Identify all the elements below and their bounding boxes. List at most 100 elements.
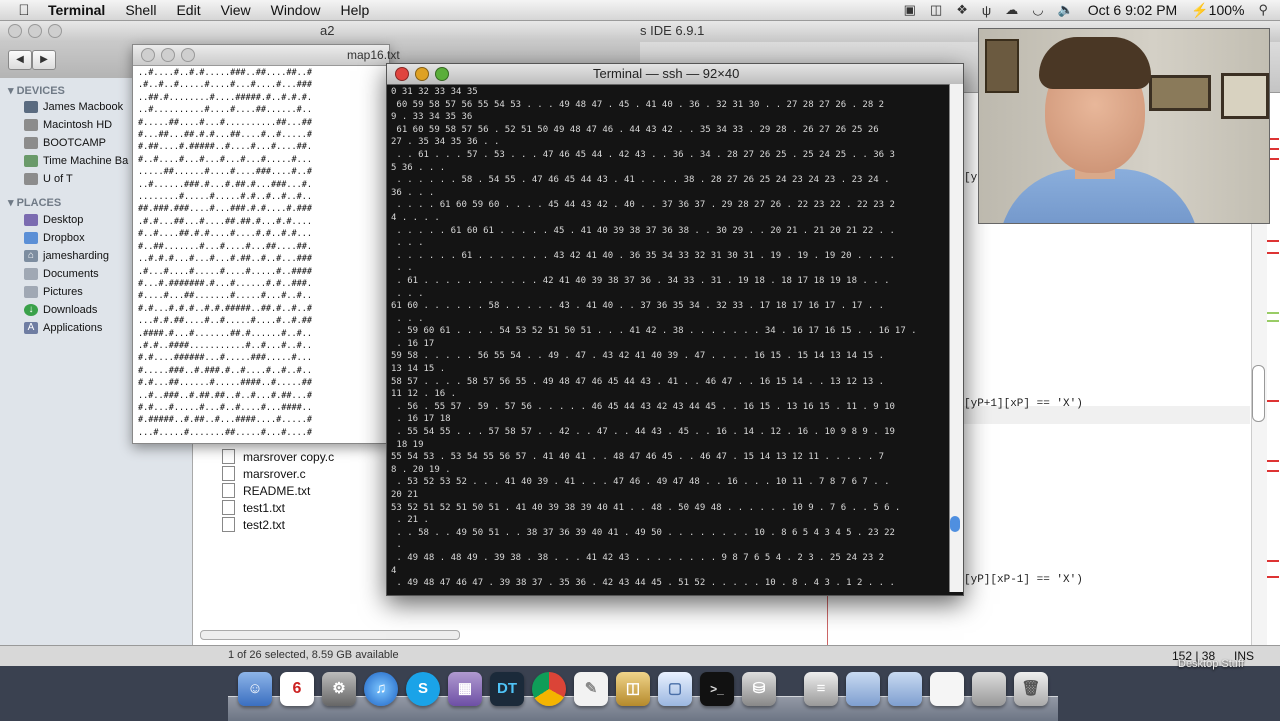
terminal-window[interactable]: Terminal — ssh — 92×40 0 31 32 33 34 35 … (386, 63, 964, 596)
stack-icon[interactable]: ≡ (804, 672, 838, 706)
minimize-button[interactable] (161, 48, 175, 62)
screen-share-icon[interactable]: ◫ (930, 2, 942, 18)
map-line: #.....##....#...#..........##...## (138, 117, 312, 128)
textedit-icon[interactable]: ✎ (574, 672, 608, 706)
sidebar-item-bootcamp[interactable]: BOOTCAMP (24, 134, 106, 152)
menu-view[interactable]: View (221, 2, 251, 18)
menu-shell[interactable]: Shell (125, 2, 156, 18)
ide-error-marker[interactable] (1267, 460, 1279, 462)
back-button[interactable]: ◀ (8, 50, 32, 70)
sidebar-item-macintosh-hd[interactable]: Macintosh HD (24, 116, 112, 134)
file-row[interactable]: marsrover copy.c (222, 448, 334, 465)
file-row[interactable]: marsrover.c (222, 465, 306, 482)
menu-help[interactable]: Help (340, 2, 369, 18)
ide-title: s IDE 6.9.1 (640, 23, 705, 38)
antenna-icon[interactable]: ψ (982, 3, 991, 18)
sidebar-item-james-macbook[interactable]: James Macbook (24, 98, 123, 116)
file-row[interactable]: README.txt (222, 482, 310, 499)
archive-utility-icon[interactable]: ◫ (616, 672, 650, 706)
file-row[interactable]: test2.txt (222, 516, 285, 533)
menu-app-terminal[interactable]: Terminal (48, 2, 105, 18)
grid-app-icon[interactable]: ▦ (448, 672, 482, 706)
sidebar-item-label: Applications (43, 322, 103, 334)
menu-edit[interactable]: Edit (176, 2, 200, 18)
finder-horizontal-scrollbar[interactable] (200, 630, 460, 640)
terminal-title: Terminal — ssh — 92×40 (593, 66, 740, 81)
wifi-icon[interactable]: ◡ (1032, 2, 1043, 18)
terminal-icon[interactable]: >_ (700, 672, 734, 706)
zoom-button[interactable] (181, 48, 195, 62)
desktop-stuff-stack-icon[interactable] (972, 672, 1006, 706)
folder-icon[interactable] (846, 672, 880, 706)
battery-status[interactable]: ⚡100% (1191, 2, 1244, 19)
close-button[interactable] (395, 67, 409, 81)
sidebar-item-desktop[interactable]: Desktop (24, 211, 83, 229)
apple-icon[interactable]:  (14, 2, 34, 19)
forward-button[interactable]: ▶ (32, 50, 56, 70)
photo-booth-icon[interactable]: ⛁ (742, 672, 776, 706)
document-icon[interactable] (930, 672, 964, 706)
trash-icon[interactable]: 🗑 (1014, 672, 1048, 706)
ide-error-marker[interactable] (1267, 400, 1279, 402)
sidebar-item-label: Time Machine Ba (43, 155, 129, 167)
ide-error-marker[interactable] (1267, 560, 1279, 562)
finder-icon[interactable]: ☺ (238, 672, 272, 706)
sidebar-item-downloads[interactable]: ↓ Downloads (24, 301, 97, 319)
cube-app-icon[interactable]: ▢ (658, 672, 692, 706)
terminal-line: . . . (391, 238, 424, 249)
skype-icon[interactable]: S (406, 672, 440, 706)
map-line: ...#.#.##....#..#.....#....#..#.## (138, 316, 312, 327)
terminal-line: 4 . . . . (391, 212, 440, 223)
close-button[interactable] (141, 48, 155, 62)
sidebar-item-time-machine[interactable]: Time Machine Ba (24, 152, 128, 170)
ide-error-marker[interactable] (1267, 470, 1279, 472)
terminal-output[interactable]: 0 31 32 33 34 35 60 59 58 57 56 55 54 53… (391, 86, 947, 592)
map-line: ..#..........#....#....##......#.. (138, 105, 312, 116)
zoom-button[interactable] (435, 67, 449, 81)
ide-code-line-1[interactable]: [yP+1][xP] == 'X') (964, 398, 1083, 410)
ide-warning-marker[interactable] (1267, 320, 1279, 322)
minimize-button[interactable] (415, 67, 429, 81)
file-icon (222, 466, 235, 481)
zoom-button[interactable] (48, 24, 62, 38)
ide-error-marker[interactable] (1267, 252, 1279, 254)
sidebar-item-dropbox[interactable]: Dropbox (24, 229, 85, 247)
sidebar-item-pictures[interactable]: Pictures (24, 283, 83, 301)
camera-icon[interactable]: ▣ (904, 2, 916, 18)
applications-icon: A (24, 322, 38, 334)
chrome-icon[interactable] (532, 672, 566, 706)
cloud-icon[interactable]: ☁ (1005, 2, 1018, 18)
close-button[interactable] (8, 24, 22, 38)
system-preferences-icon[interactable]: ⚙ (322, 672, 356, 706)
sidebar-item-u-of-t[interactable]: U of T (24, 170, 73, 188)
volume-icon[interactable]: 🔈 (1058, 2, 1074, 18)
menu-clock[interactable]: Oct 6 9:02 PM (1088, 2, 1177, 18)
sidebar-item-jamesharding[interactable]: ⌂ jamesharding (24, 247, 109, 265)
ide-scroll-thumb[interactable] (1252, 365, 1265, 422)
map-line: ..#.#.#...#...#...#.##..#..#...### (138, 254, 312, 265)
ide-warning-marker[interactable] (1267, 312, 1279, 314)
search-icon[interactable]: ⚲ (1258, 2, 1268, 18)
file-row[interactable]: test1.txt (222, 499, 285, 516)
ide-error-marker[interactable] (1267, 576, 1279, 578)
map-text-content[interactable]: ..#....#..#.#.....###..##....##..# .#..#.… (138, 67, 384, 439)
minimize-button[interactable] (28, 24, 42, 38)
ide-code-line-2[interactable]: [yP][xP-1] == 'X') (964, 574, 1083, 586)
terminal-line: . . . . 61 60 59 60 . . . . 45 44 43 42 … (391, 200, 895, 211)
terminal-line: . 56 . 55 57 . 59 . 57 56 . . . . . 46 4… (391, 401, 895, 412)
sidebar-item-applications[interactable]: A Applications (24, 319, 102, 337)
terminal-line: . (391, 540, 402, 551)
terminal-line: 0 31 32 33 34 35 (391, 87, 478, 97)
ide-error-marker[interactable] (1267, 240, 1279, 242)
map-line: #..#....#...#...#...#...#.....#... (138, 154, 312, 165)
dt-app-icon[interactable]: DT (490, 672, 524, 706)
calendar-icon[interactable]: 6 (280, 672, 314, 706)
dropbox-icon[interactable]: ❖ (956, 2, 968, 18)
map-text-window[interactable]: map16.txt ..#....#..#.#.....###..##....#… (132, 44, 400, 444)
terminal-scroll-thumb[interactable] (950, 516, 960, 532)
menu-window[interactable]: Window (271, 2, 321, 18)
itunes-icon[interactable]: ♫ (364, 672, 398, 706)
folder-icon[interactable] (888, 672, 922, 706)
sidebar-item-label: BOOTCAMP (43, 137, 106, 149)
sidebar-item-documents[interactable]: Documents (24, 265, 99, 283)
